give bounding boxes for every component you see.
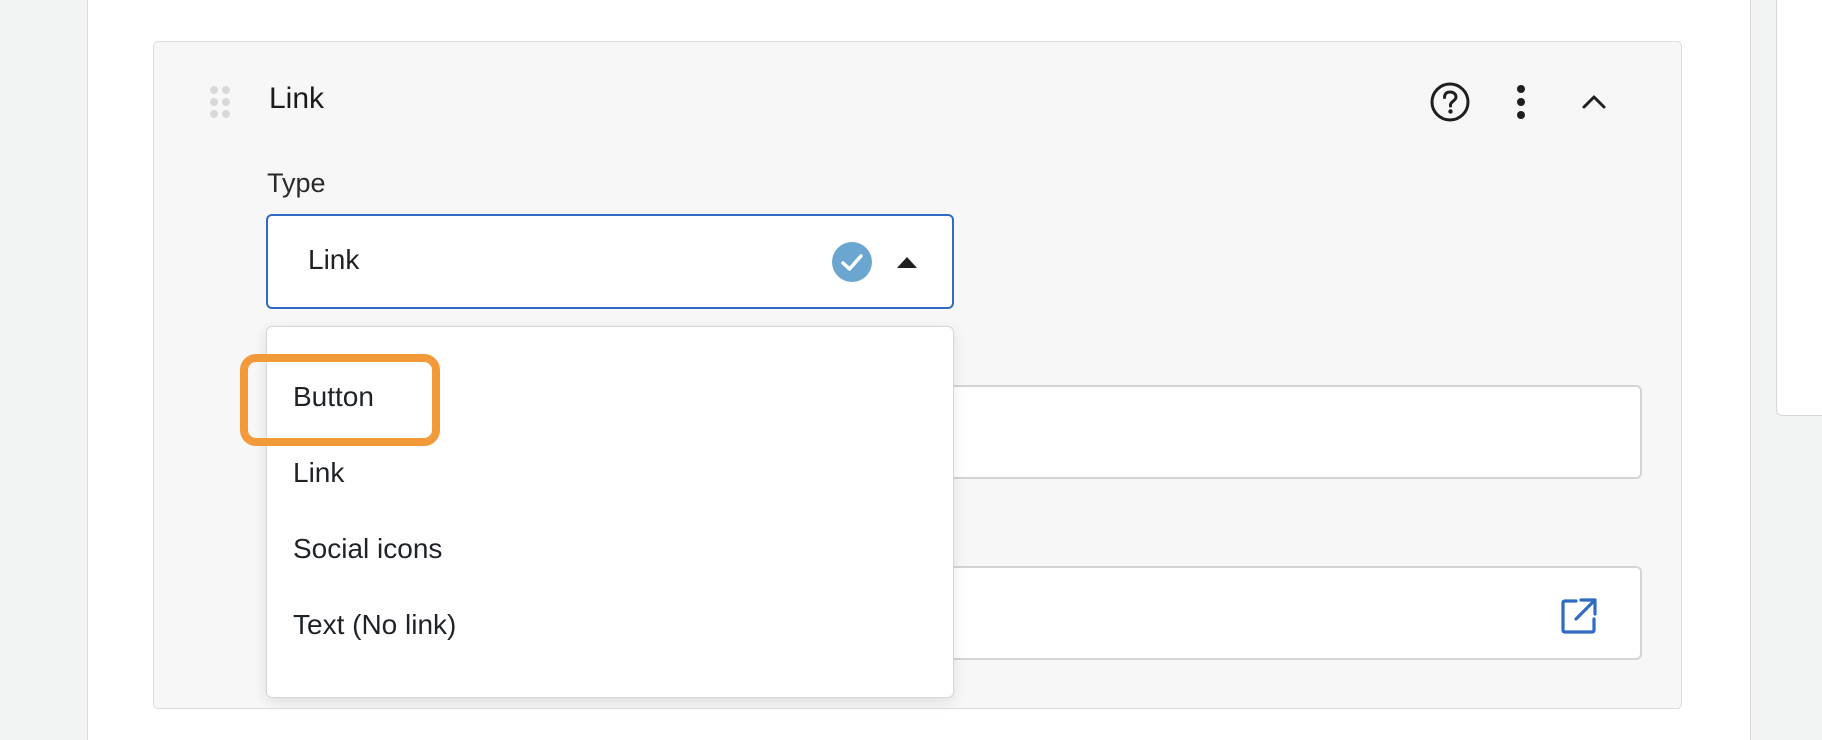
side-panel-card: [1776, 0, 1822, 416]
type-dropdown-menu: Button Link Social icons Text (No link): [266, 326, 954, 698]
type-select-value: Link: [308, 244, 360, 275]
check-circle-icon: [832, 242, 872, 282]
help-circle-icon: [1430, 82, 1470, 122]
chevron-up-icon: [1582, 95, 1606, 109]
external-link-icon[interactable]: [1559, 596, 1599, 636]
url-input-field[interactable]: [940, 566, 1642, 660]
option-button[interactable]: Button: [293, 377, 380, 417]
block-title: Link: [269, 82, 325, 115]
option-text-no-link[interactable]: Text (No link): [293, 605, 462, 645]
caret-up-icon: [897, 257, 917, 268]
type-select[interactable]: Link: [266, 214, 954, 309]
type-field-label: Type: [267, 168, 326, 198]
option-social-icons[interactable]: Social icons: [293, 529, 448, 569]
more-vertical-icon: [1517, 85, 1525, 119]
option-link[interactable]: Link: [293, 453, 350, 493]
more-options-button[interactable]: [1499, 80, 1543, 124]
drag-handle-icon[interactable]: [210, 86, 232, 118]
collapse-button[interactable]: [1572, 80, 1616, 124]
text-input-field[interactable]: [940, 385, 1642, 479]
help-button[interactable]: [1428, 80, 1472, 124]
